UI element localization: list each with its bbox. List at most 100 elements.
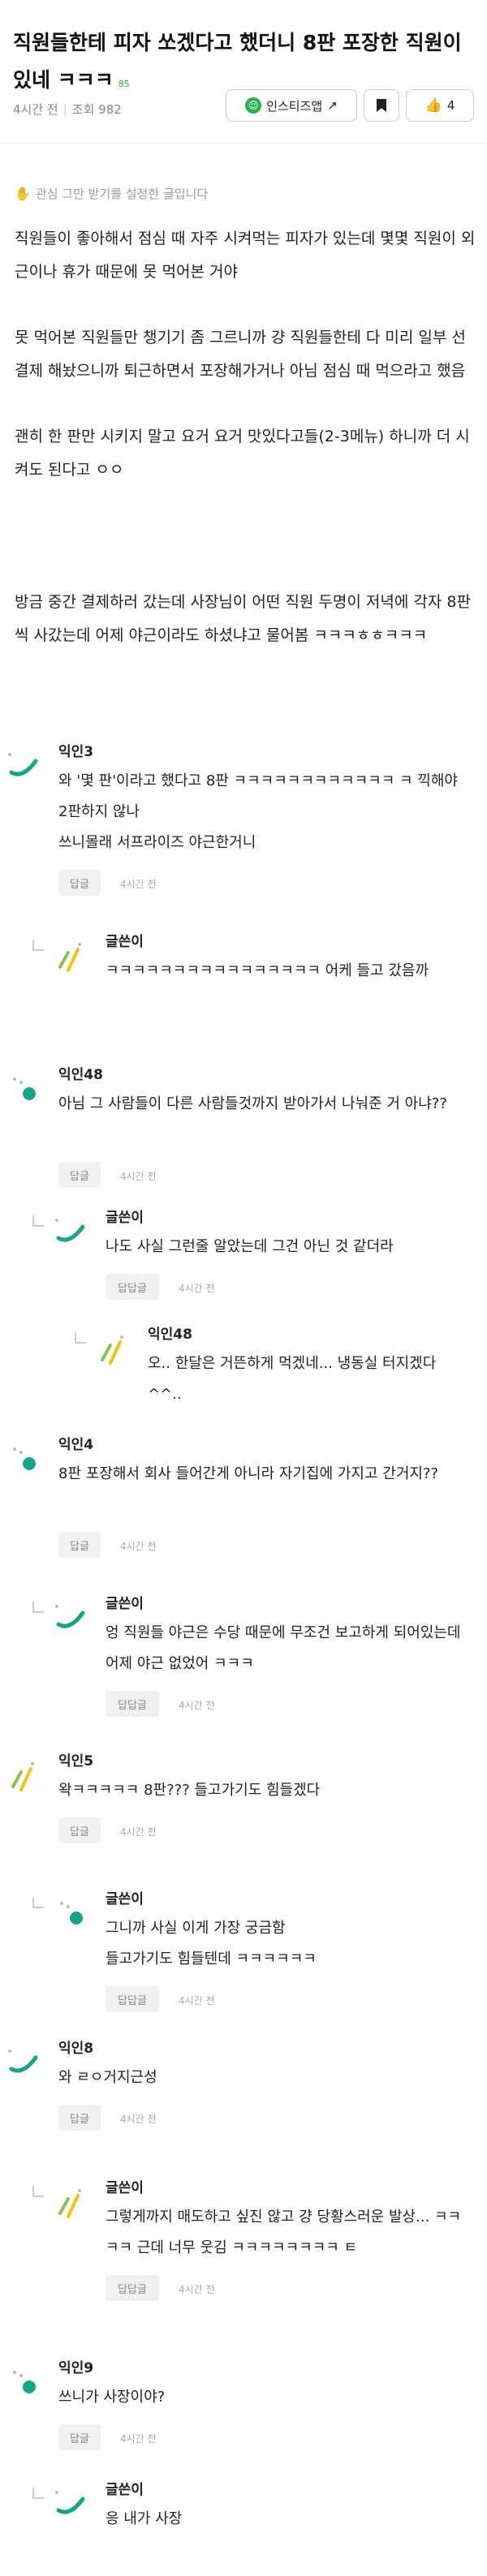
interest-notice: ✋ 관심 그만 받기를 설정한 글입니다 (15, 185, 208, 202)
body-paragraph: 직원들이 좋아해서 점심 때 자주 시켜먹는 피자가 있는데 몇몇 직원이 외근… (15, 230, 476, 281)
comment-nickname: 익인4 (58, 1437, 94, 1453)
comment-time: 4시간 전 (179, 2284, 215, 2295)
avatar-icon (5, 748, 41, 784)
body-paragraph: 괜히 한 판만 시키지 말고 요거 요거 맛있다고들(2-3메뉴) 하니까 더 … (15, 428, 470, 479)
instiz-app-label: 인스티즈앱 (266, 98, 323, 114)
comment-text: 와 '몇 판'이라고 했다고 8판 ㅋㅋㅋㅋㅋㅋㅋㅋㅋㅋㅋㅋ ㅋ 끽해야 2판하… (58, 766, 471, 858)
comment-line: 와 ㄹㅇ거지근성 (58, 2069, 157, 2086)
comment-text: 엉 직원들 야근은 수당 때문에 무조건 보고하게 되어있는데 어제 야근 없었… (106, 1618, 471, 1679)
comment-line: 그렇게까지 매도하고 싶진 않고 걍 당황스러운 발상... ㅋㅋㅋㅋ 근데 너… (106, 2208, 462, 2256)
avatar-icon (52, 2184, 88, 2220)
comment-text: 와 ㄹㅇ거지근성 (58, 2062, 471, 2093)
avatar-icon (52, 938, 88, 974)
comment-line: ㅋㅋㅋㅋㅋㅋㅋㅋㅋㅋㅋㅋㅋㅋㅋㅋ 어케 들고 갔음까 (106, 962, 429, 979)
comment-line: 아님 그 사람들이 다른 사람들것까지 받아가서 나눠준 거 아냐?? (58, 1095, 447, 1112)
reply-arrow-icon (32, 2488, 44, 2499)
comment-line: 왁ㅋㅋㅋㅋㅋ 8판??? 들고가기도 힘들겠다 (58, 1782, 321, 1799)
comment-line: 오.. 한달은 거뜬하게 먹겠네... 냉동실 터지겠다 ^^.. (148, 1355, 437, 1403)
body-paragraph: 방금 중간 결제하러 갔는데 사장님이 어떤 직원 두명이 저녁에 각자 8판씩… (15, 593, 471, 644)
reply-reply-button[interactable]: 답답글 (106, 1274, 159, 1300)
comment-time: 4시간 전 (120, 1171, 157, 1182)
post-meta: 4시간 전 | 조회 982 (13, 101, 122, 118)
reply-arrow-icon (32, 2186, 44, 2197)
bookmark-button[interactable] (364, 89, 399, 122)
reply-reply-button[interactable]: 답답글 (106, 1986, 159, 2012)
comment-nickname: 글쓴이 (106, 2180, 144, 2196)
comment-time: 4시간 전 (120, 2114, 157, 2125)
like-count: 4 (446, 98, 455, 113)
comment-nickname: 익인48 (148, 1327, 192, 1343)
thumbs-up-icon: 👍 (425, 97, 442, 114)
bookmark-icon (377, 99, 386, 112)
avatar-icon (52, 2486, 88, 2522)
avatar-icon (5, 1071, 41, 1107)
meta-separator: | (62, 102, 67, 117)
comment-time: 4시간 전 (179, 1995, 215, 2006)
comment-nickname: 글쓴이 (106, 1210, 144, 1226)
reply-arrow-icon (32, 1897, 44, 1908)
comment-line: 8판 포장해서 회사 들어간게 아니라 자기집에 가지고 간거지?? (58, 1465, 439, 1482)
comment-nickname: 익인5 (58, 1753, 94, 1770)
instiz-logo-icon: ☺ (245, 97, 262, 114)
reply-button[interactable]: 답글 (58, 2105, 101, 2131)
like-button[interactable]: 👍 4 (406, 89, 474, 122)
hand-icon: ✋ (15, 186, 31, 201)
reply-button[interactable]: 답글 (58, 1817, 101, 1843)
comment-line: 와 '몇 판'이라고 했다고 8판 ㅋㅋㅋㅋㅋㅋㅋㅋㅋㅋㅋㅋ ㅋ 끽해야 2판하… (58, 772, 458, 820)
comment-line: 응 내가 사장 (106, 2510, 183, 2527)
comment-line: 나도 사실 그런줄 알았는데 그건 아닌 것 같더라 (106, 1238, 394, 1255)
comment-nickname: 글쓴이 (106, 2482, 144, 2498)
comment-time: 4시간 전 (179, 1700, 215, 1711)
comment-text: ㅋㅋㅋㅋㅋㅋㅋㅋㅋㅋㅋㅋㅋㅋㅋㅋ 어케 들고 갔음까 (106, 956, 471, 987)
external-link-icon: ↗ (327, 98, 338, 113)
post-views: 조회 982 (71, 102, 122, 117)
avatar-icon (5, 1441, 41, 1477)
comment-text: 쓰니가 사장이야? (58, 2382, 471, 2413)
instiz-app-button[interactable]: ☺ 인스티즈앱 ↗ (226, 89, 357, 122)
comment-text: 8판 포장해서 회사 들어간게 아니라 자기집에 가지고 간거지?? (58, 1459, 471, 1490)
comment-text: 오.. 한달은 거뜬하게 먹겠네... 냉동실 터지겠다 ^^.. (148, 1348, 471, 1410)
reply-button[interactable]: 답글 (58, 2424, 101, 2450)
comment-text: 그니까 사실 이게 가장 궁금함 들고가기도 힘들텐데 ㅋㅋㅋㅋㅋㅋ (106, 1913, 471, 1975)
comment-text: 나도 사실 그런줄 알았는데 그건 아닌 것 같더라 (106, 1232, 471, 1262)
body-paragraph: 못 먹어본 직원들만 챙기기 좀 그르니까 걍 직원들한테 다 미리 일부 선결… (15, 329, 466, 380)
comment-line: 쓰니몰래 서프라이즈 야근한거니 (58, 834, 256, 851)
comment-nickname: 글쓴이 (106, 1596, 144, 1612)
comment-text: 그렇게까지 매도하고 싶진 않고 걍 당황스러운 발상... ㅋㅋㅋㅋ 근데 너… (106, 2202, 471, 2264)
comment-nickname: 익인8 (58, 2041, 94, 2057)
comment-time: 4시간 전 (120, 1541, 157, 1552)
comment-text: 응 내가 사장 (106, 2504, 471, 2535)
reply-reply-button[interactable]: 답답글 (106, 1691, 159, 1717)
comment-nickname: 익인3 (58, 744, 94, 760)
reply-button[interactable]: 답글 (58, 1532, 101, 1558)
reply-arrow-icon (32, 940, 44, 951)
comment-time: 4시간 전 (179, 1283, 215, 1294)
comment-count: 85 (118, 79, 130, 89)
comment-line: 쓰니가 사장이야? (58, 2389, 166, 2406)
reply-button[interactable]: 답글 (58, 1162, 101, 1188)
notice-text: 관심 그만 받기를 설정한 글입니다 (35, 187, 209, 201)
avatar-icon (5, 1757, 41, 1793)
comment-text: 왁ㅋㅋㅋㅋㅋ 8판??? 들고가기도 힘들겠다 (58, 1775, 471, 1806)
comment-time: 4시간 전 (120, 2433, 157, 2445)
comment-nickname: 글쓴이 (106, 1891, 144, 1907)
comment-text: 아님 그 사람들이 다른 사람들것까지 받아가서 나눠준 거 아냐?? (58, 1089, 471, 1120)
avatar-icon (52, 1600, 88, 1636)
avatar-icon (5, 2045, 41, 2080)
avatar-icon (5, 2364, 41, 2400)
reply-arrow-icon (32, 1602, 44, 1613)
post-time: 4시간 전 (13, 102, 58, 117)
comment-nickname: 글쓴이 (106, 934, 144, 950)
avatar-icon (94, 1331, 130, 1366)
avatar-icon (52, 1214, 88, 1249)
comment-line: 그니까 사실 이게 가장 궁금함 (106, 1920, 286, 1937)
reply-arrow-icon (75, 1332, 86, 1344)
reply-button[interactable]: 답글 (58, 870, 101, 896)
avatar-icon (52, 1895, 88, 1931)
comment-nickname: 익인48 (58, 1067, 103, 1083)
reply-arrow-icon (32, 1215, 44, 1227)
reply-reply-button[interactable]: 답답글 (106, 2275, 159, 2301)
post-page: 직원들한테 피자 쏘겠다고 했더니 8판 포장한 직원이 있네 ㅋㅋㅋ 85 4시… (0, 0, 487, 2576)
comment-nickname: 익인9 (58, 2360, 94, 2376)
comment-time: 4시간 전 (120, 879, 157, 890)
